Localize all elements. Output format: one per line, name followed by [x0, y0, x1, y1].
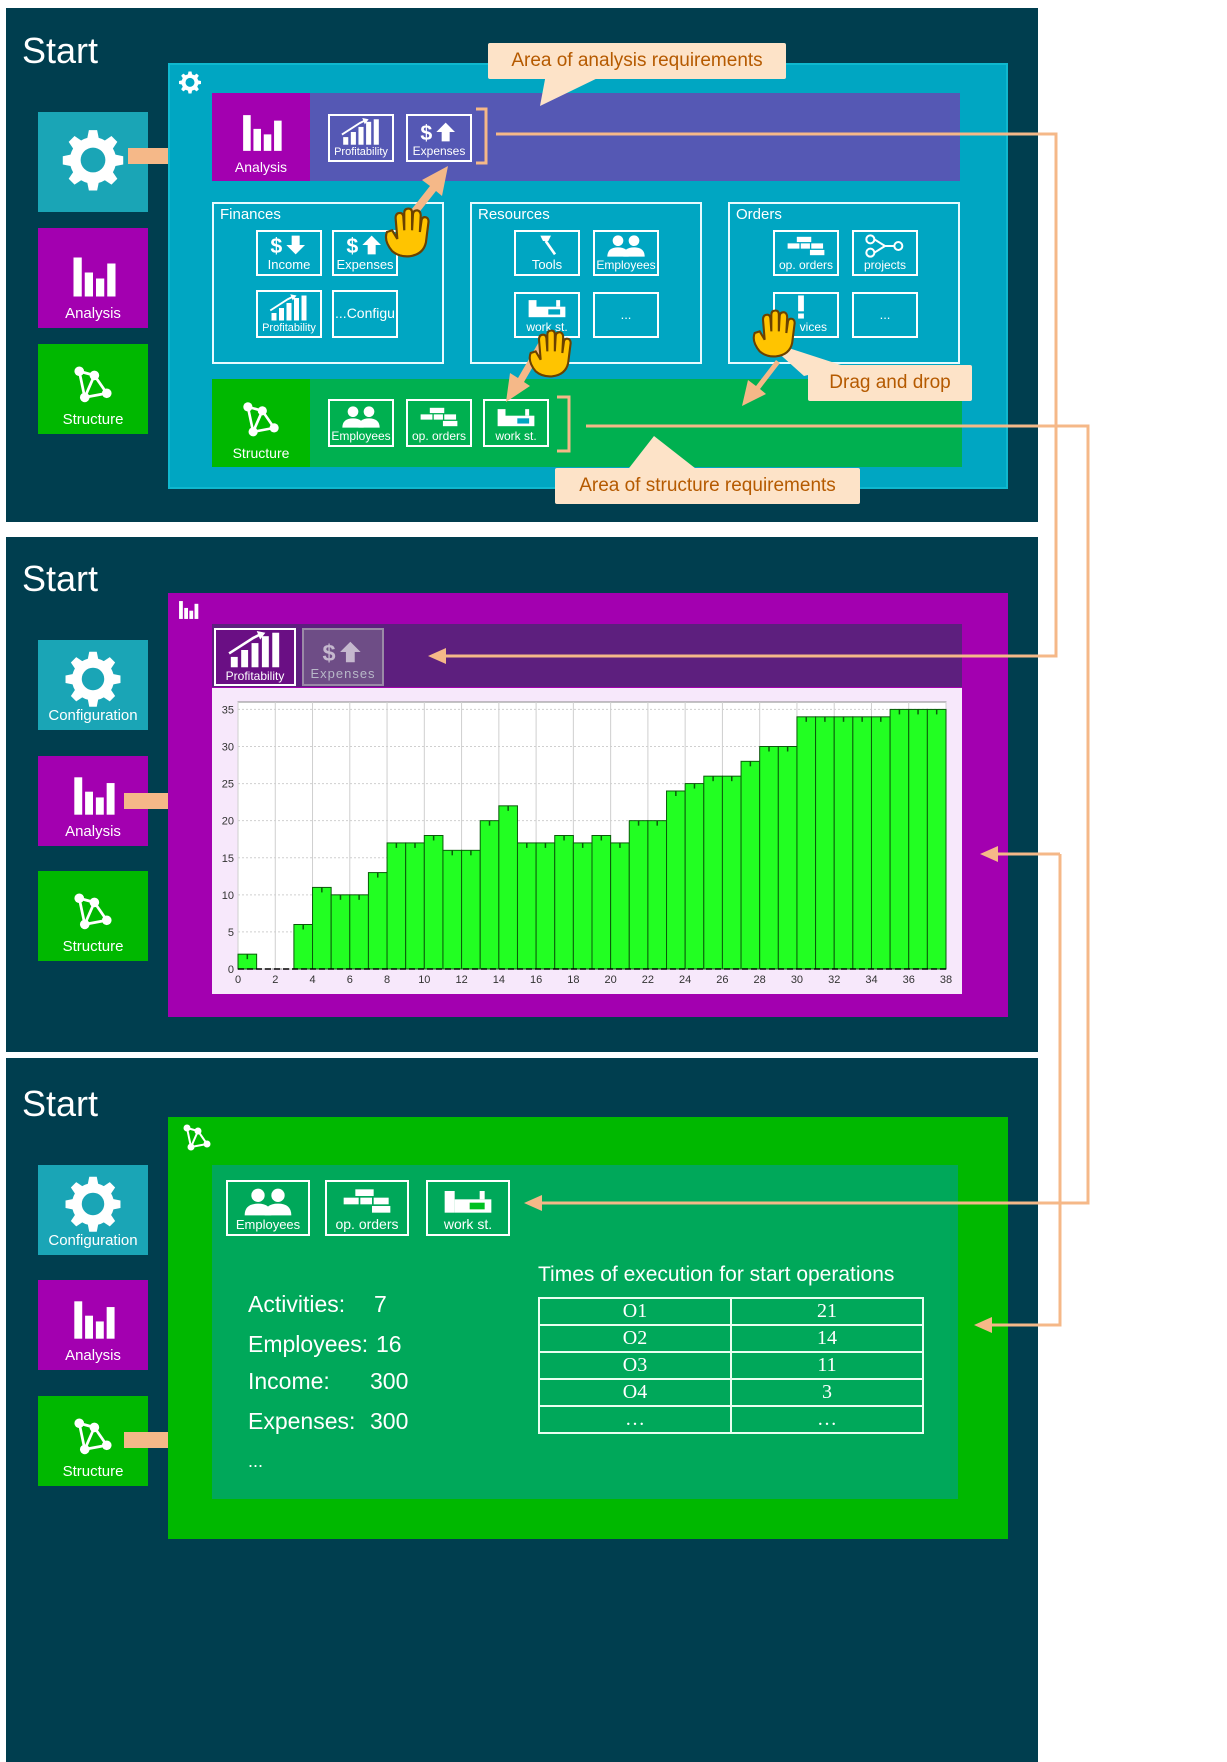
connector-lines — [428, 132, 1090, 1333]
